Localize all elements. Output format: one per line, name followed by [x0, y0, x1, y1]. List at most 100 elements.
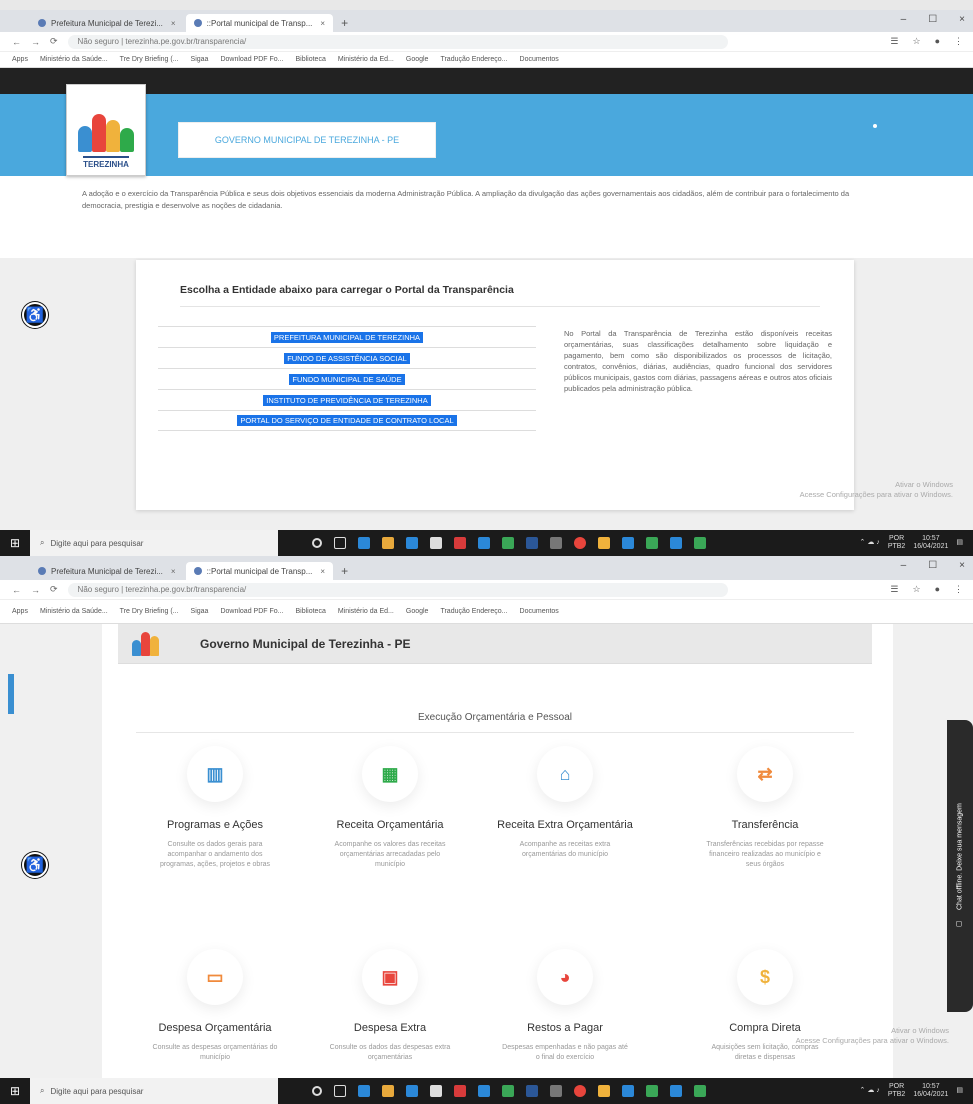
app-icon[interactable]	[550, 1085, 562, 1097]
bookmark-item[interactable]: Documentos	[520, 608, 559, 615]
chrome-icon[interactable]	[574, 537, 586, 549]
address-input[interactable]: Não seguro | terezinha.pe.gov.br/transpa…	[67, 34, 728, 49]
browser-tab[interactable]: Prefeitura Municipal de Terezi... ×	[30, 14, 184, 32]
entity-link[interactable]: PREFEITURA MUNICIPAL DE TEREZINHA	[270, 331, 424, 343]
app-icon[interactable]	[670, 1085, 682, 1097]
task-view-icon[interactable]	[334, 1085, 346, 1097]
store-icon[interactable]	[406, 1085, 418, 1097]
app-icon[interactable]	[478, 537, 490, 549]
windows-start-icon[interactable]: ⊞	[0, 536, 30, 550]
edge-icon[interactable]	[358, 537, 370, 549]
bookmark-item[interactable]: Biblioteca	[295, 608, 325, 615]
maximize-icon[interactable]: ☐	[928, 560, 937, 571]
minimize-icon[interactable]: –	[901, 560, 907, 571]
app-icon[interactable]	[526, 1085, 538, 1097]
bookmark-item[interactable]: Google	[406, 608, 429, 615]
cortana-icon[interactable]	[312, 1086, 322, 1096]
bookmark-item[interactable]: Sigaa	[191, 608, 209, 615]
minimize-icon[interactable]: –	[901, 14, 907, 25]
service-card[interactable]: ▭ Despesa Orçamentária Consulte as despe…	[130, 949, 300, 1063]
taskbar-search-input[interactable]: ⌕ Digite aqui para pesquisar	[30, 530, 278, 556]
star-icon[interactable]: ☆	[912, 584, 920, 595]
star-icon[interactable]: ☆	[912, 36, 920, 47]
close-window-icon[interactable]: ×	[959, 14, 965, 25]
chrome-icon[interactable]	[574, 1085, 586, 1097]
back-icon[interactable]: ←	[12, 37, 21, 47]
browser-tab[interactable]: Prefeitura Municipal de Terezi... ×	[30, 562, 184, 580]
task-view-icon[interactable]	[334, 537, 346, 549]
bookmark-item[interactable]: Tre Dry Briefing (...	[120, 608, 179, 615]
bookmark-item[interactable]: Tre Dry Briefing (...	[120, 56, 179, 63]
app-icon[interactable]	[598, 537, 610, 549]
close-window-icon[interactable]: ×	[959, 560, 965, 571]
bookmark-item[interactable]: Ministério da Saúde...	[40, 608, 108, 615]
app-icon[interactable]	[502, 537, 514, 549]
bookmark-item[interactable]: Ministério da Ed...	[338, 608, 394, 615]
bookmark-item[interactable]: Download PDF Fo...	[220, 56, 283, 63]
profile-icon[interactable]: ●	[935, 584, 940, 595]
bookmark-item[interactable]: Biblioteca	[295, 56, 325, 63]
address-input[interactable]: Não seguro | terezinha.pe.gov.br/transpa…	[67, 582, 728, 597]
bookmark-item[interactable]: Download PDF Fo...	[220, 608, 283, 615]
windows-start-icon[interactable]: ⊞	[0, 1084, 30, 1098]
government-name-button[interactable]: GOVERNO MUNICIPAL DE TEREZINHA - PE	[178, 122, 436, 158]
bookmark-item[interactable]: Apps	[12, 608, 28, 615]
clock[interactable]: 10:57 16/04/2021	[913, 1083, 948, 1099]
bookmark-item[interactable]: Tradução Endereço...	[440, 56, 507, 63]
extensions-icon[interactable]: ☰	[890, 36, 898, 47]
menu-icon[interactable]: ⋮	[954, 36, 963, 47]
back-icon[interactable]: ←	[12, 585, 21, 595]
app-icon[interactable]	[646, 537, 658, 549]
entity-link[interactable]: FUNDO MUNICIPAL DE SAÚDE	[289, 373, 405, 385]
close-icon[interactable]: ×	[320, 19, 325, 28]
accessibility-icon[interactable]: ♿	[22, 302, 48, 328]
app-icon[interactable]	[454, 537, 466, 549]
browser-tab-active[interactable]: ::Portal municipal de Transp... ×	[185, 562, 334, 580]
bookmark-item[interactable]: Sigaa	[191, 56, 209, 63]
service-card[interactable]: ▥ Programas e Ações Consulte os dados ge…	[130, 746, 300, 870]
municipality-logo[interactable]: TEREZINHA	[66, 84, 146, 176]
service-card[interactable]: ▦ Receita Orçamentária Acompanhe os valo…	[305, 746, 475, 870]
entity-link[interactable]: INSTITUTO DE PREVIDÊNCIA DE TEREZINHA	[263, 394, 431, 406]
tray-icons[interactable]: ⌃ ☁ ♪	[860, 1087, 880, 1095]
bookmark-item[interactable]: Ministério da Saúde...	[40, 56, 108, 63]
bookmark-item[interactable]: Tradução Endereço...	[440, 608, 507, 615]
bookmark-item[interactable]: Google	[406, 56, 429, 63]
language-indicator[interactable]: POR PTB2	[888, 1083, 906, 1099]
app-icon[interactable]	[598, 1085, 610, 1097]
new-tab-button[interactable]: +	[335, 14, 354, 32]
entity-link[interactable]: FUNDO DE ASSISTÊNCIA SOCIAL	[284, 352, 410, 364]
browser-tab-active[interactable]: ::Portal municipal de Transp... ×	[185, 14, 334, 32]
profile-icon[interactable]: ●	[935, 36, 940, 47]
service-card[interactable]: ▣ Despesa Extra Consulte os dados das de…	[305, 949, 475, 1063]
bookmark-item[interactable]: Ministério da Ed...	[338, 56, 394, 63]
chat-side-tab[interactable]: ▢ Chat offline. Deixe sua mensagem	[947, 720, 973, 1012]
close-icon[interactable]: ×	[171, 19, 176, 28]
cortana-icon[interactable]	[312, 538, 322, 548]
app-icon[interactable]	[622, 1085, 634, 1097]
bookmark-item[interactable]: Documentos	[520, 56, 559, 63]
reload-icon[interactable]: ⟳	[50, 584, 58, 595]
app-icon[interactable]	[382, 537, 394, 549]
close-icon[interactable]: ×	[320, 567, 325, 576]
tray-icons[interactable]: ⌃ ☁ ♪	[860, 539, 880, 547]
app-icon[interactable]	[430, 1085, 442, 1097]
app-icon[interactable]	[694, 537, 706, 549]
close-icon[interactable]: ×	[171, 567, 176, 576]
app-icon[interactable]	[502, 1085, 514, 1097]
edge-icon[interactable]	[358, 1085, 370, 1097]
app-icon[interactable]	[622, 537, 634, 549]
language-indicator[interactable]: POR PTB2	[888, 535, 906, 551]
taskbar-search-input[interactable]: ⌕ Digite aqui para pesquisar	[30, 1078, 278, 1104]
municipality-logo-small[interactable]	[130, 630, 166, 658]
app-icon[interactable]	[454, 1085, 466, 1097]
accessibility-icon[interactable]: ♿	[22, 852, 48, 878]
service-card[interactable]: ◕ Restos a Pagar Despesas empenhadas e n…	[480, 949, 650, 1063]
app-icon[interactable]	[646, 1085, 658, 1097]
extensions-icon[interactable]: ☰	[890, 584, 898, 595]
app-icon[interactable]	[382, 1085, 394, 1097]
maximize-icon[interactable]: ☐	[928, 14, 937, 25]
app-icon[interactable]	[526, 537, 538, 549]
app-icon[interactable]	[430, 537, 442, 549]
bookmark-item[interactable]: Apps	[12, 56, 28, 63]
